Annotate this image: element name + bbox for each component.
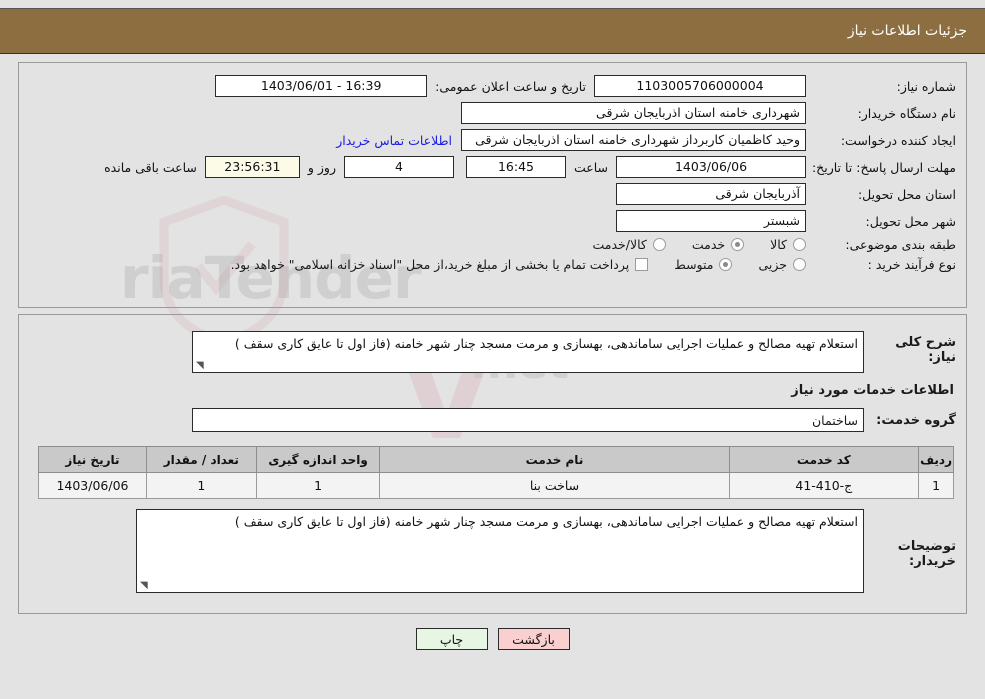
- deadline-label: مهلت ارسال پاسخ: تا تاریخ:: [811, 159, 956, 175]
- checkbox-icon[interactable]: [635, 258, 649, 271]
- remaining-clock-field[interactable]: 23:56:31: [204, 156, 300, 178]
- row-city: شهر محل تحویل: شبستر: [29, 210, 956, 232]
- process-option-jozi[interactable]: جزیی: [758, 257, 806, 272]
- table-row[interactable]: 1 ج-410-41 ساخت بنا 1 1 1403/06/06: [38, 472, 954, 499]
- row-process-type: نوع فرآیند خرید : جزیی متوسط پرداخت تمام…: [29, 257, 956, 272]
- radio-icon[interactable]: [652, 238, 666, 251]
- process-label: نوع فرآیند خرید :: [867, 257, 956, 272]
- row-deadline: مهلت ارسال پاسخ: تا تاریخ: 1403/06/06 سا…: [29, 156, 956, 178]
- services-table: ردیف کد خدمت نام خدمت واحد اندازه گیری ت…: [38, 446, 954, 499]
- province-field[interactable]: آذربایجان شرقی: [616, 183, 806, 205]
- row-buyer-org: نام دستگاه خریدار: شهرداری خامنه استان ا…: [29, 102, 956, 124]
- table-header-row: ردیف کد خدمت نام خدمت واحد اندازه گیری ت…: [38, 446, 954, 473]
- radio-icon[interactable]: [793, 258, 806, 271]
- need-details-panel: شرح کلی نیاز: استعلام تهیه مصالح و عملیا…: [18, 314, 967, 614]
- need-number-field[interactable]: 1103005706000004: [594, 75, 806, 97]
- deadline-date-field[interactable]: 1403/06/06: [616, 156, 806, 178]
- treasury-checkbox-label: پرداخت تمام یا بخشی از مبلغ خرید،از محل …: [230, 257, 630, 272]
- th-service-name: نام خدمت: [379, 446, 730, 473]
- radio-selected-icon[interactable]: [719, 258, 733, 271]
- cell-need-date: 1403/06/06: [38, 472, 147, 499]
- th-unit: واحد اندازه گیری: [255, 446, 381, 473]
- row-brief-description: شرح کلی نیاز: استعلام تهیه مصالح و عملیا…: [29, 331, 956, 373]
- page-title: جزئیات اطلاعات نیاز: [847, 23, 967, 39]
- th-need-date: تاریخ نیاز: [38, 446, 147, 473]
- radio-icon[interactable]: [793, 238, 806, 251]
- creator-field[interactable]: وحید کاظمیان کاربرداز شهرداری خامنه استا…: [461, 129, 806, 151]
- city-field[interactable]: شبستر: [616, 210, 806, 232]
- footer-actions: بازگشت چاپ: [0, 628, 985, 650]
- need-number-label: شماره نیاز:: [896, 78, 956, 94]
- remaining-suffix-label: ساعت باقی مانده: [104, 159, 197, 175]
- buyer-notes-label: توضیحات خریدار:: [897, 539, 956, 569]
- row-need-number: شماره نیاز: 1103005706000004 تاریخ و ساع…: [29, 75, 956, 97]
- resize-grip-icon[interactable]: ◥: [196, 361, 206, 371]
- announce-datetime-label: تاریخ و ساعت اعلان عمومی:: [435, 78, 586, 94]
- category-option-label: کالا/خدمت: [592, 237, 647, 252]
- back-button[interactable]: بازگشت: [497, 628, 570, 650]
- province-label: استان محل تحویل:: [857, 186, 956, 202]
- th-quantity: تعداد / مقدار: [145, 446, 257, 473]
- buyer-notes-textarea[interactable]: استعلام تهیه مصالح و عملیات اجرایی سامان…: [136, 509, 864, 593]
- cell-unit: 1: [255, 472, 381, 499]
- th-service-code: کد خدمت: [728, 446, 920, 473]
- category-option-khedmat[interactable]: خدمت: [691, 237, 745, 252]
- services-section-title: اطلاعات خدمات مورد نیاز: [791, 383, 954, 398]
- process-option-label: جزیی: [758, 257, 787, 272]
- buyer-contact-link[interactable]: اطلاعات تماس خریدار: [327, 133, 461, 148]
- resize-grip-icon[interactable]: ◥: [140, 581, 150, 591]
- brief-value: استعلام تهیه مصالح و عملیات اجرایی سامان…: [234, 336, 858, 351]
- cell-service-name: ساخت بنا: [379, 472, 730, 499]
- row-creator: ایجاد کننده درخواست: وحید کاظمیان کاربرد…: [29, 129, 956, 151]
- th-radif: ردیف: [918, 446, 954, 473]
- row-province: استان محل تحویل: آذربایجان شرقی: [29, 183, 956, 205]
- treasury-checkbox-item[interactable]: پرداخت تمام یا بخشی از مبلغ خرید،از محل …: [231, 257, 649, 272]
- row-category: طبقه بندی موضوعی: کالا خدمت کالا/خدمت: [29, 237, 956, 252]
- print-button[interactable]: چاپ: [415, 628, 488, 650]
- category-option-label: خدمت: [691, 237, 726, 252]
- category-radio-group: کالا خدمت کالا/خدمت: [566, 237, 806, 252]
- need-info-panel: شماره نیاز: 1103005706000004 تاریخ و ساع…: [18, 62, 967, 308]
- brief-textarea[interactable]: استعلام تهیه مصالح و عملیات اجرایی سامان…: [192, 331, 864, 373]
- cell-radif: 1: [918, 472, 954, 499]
- category-label: طبقه بندی موضوعی:: [845, 237, 956, 252]
- deadline-hour-field[interactable]: 16:45: [465, 156, 566, 178]
- row-buyer-notes: توضیحات خریدار: استعلام تهیه مصالح و عمل…: [29, 509, 956, 593]
- buyer-notes-value: استعلام تهیه مصالح و عملیات اجرایی سامان…: [234, 514, 858, 529]
- buyer-org-label: نام دستگاه خریدار:: [857, 105, 956, 121]
- remaining-days-field[interactable]: 4: [343, 156, 454, 178]
- cell-quantity: 1: [145, 472, 257, 499]
- remaining-days-label: روز و: [307, 159, 336, 175]
- service-group-field[interactable]: ساختمان: [192, 408, 864, 432]
- category-option-label: کالا: [770, 237, 787, 252]
- deadline-hour-label: ساعت: [573, 159, 608, 175]
- buyer-org-field[interactable]: شهرداری خامنه استان اذربایجان شرقی: [461, 102, 806, 124]
- cell-service-code: ج-410-41: [728, 472, 920, 499]
- creator-label: ایجاد کننده درخواست:: [840, 132, 956, 148]
- category-option-kala-khedmat[interactable]: کالا/خدمت: [592, 237, 666, 252]
- brief-label: شرح کلی نیاز:: [895, 335, 956, 365]
- announce-datetime-field[interactable]: 16:39 - 1403/06/01: [215, 75, 428, 97]
- process-option-motevaset[interactable]: متوسط: [674, 257, 733, 272]
- process-option-label: متوسط: [674, 257, 714, 272]
- radio-selected-icon[interactable]: [731, 238, 745, 251]
- row-service-group: گروه خدمت: ساختمان: [29, 408, 956, 432]
- category-option-kala[interactable]: کالا: [770, 237, 806, 252]
- service-group-label: گروه خدمت:: [876, 412, 956, 428]
- city-label: شهر محل تحویل:: [865, 213, 956, 229]
- page-header-bar: جزئیات اطلاعات نیاز: [0, 8, 985, 54]
- process-radio-group: جزیی متوسط پرداخت تمام یا بخشی از مبلغ خ…: [205, 257, 806, 272]
